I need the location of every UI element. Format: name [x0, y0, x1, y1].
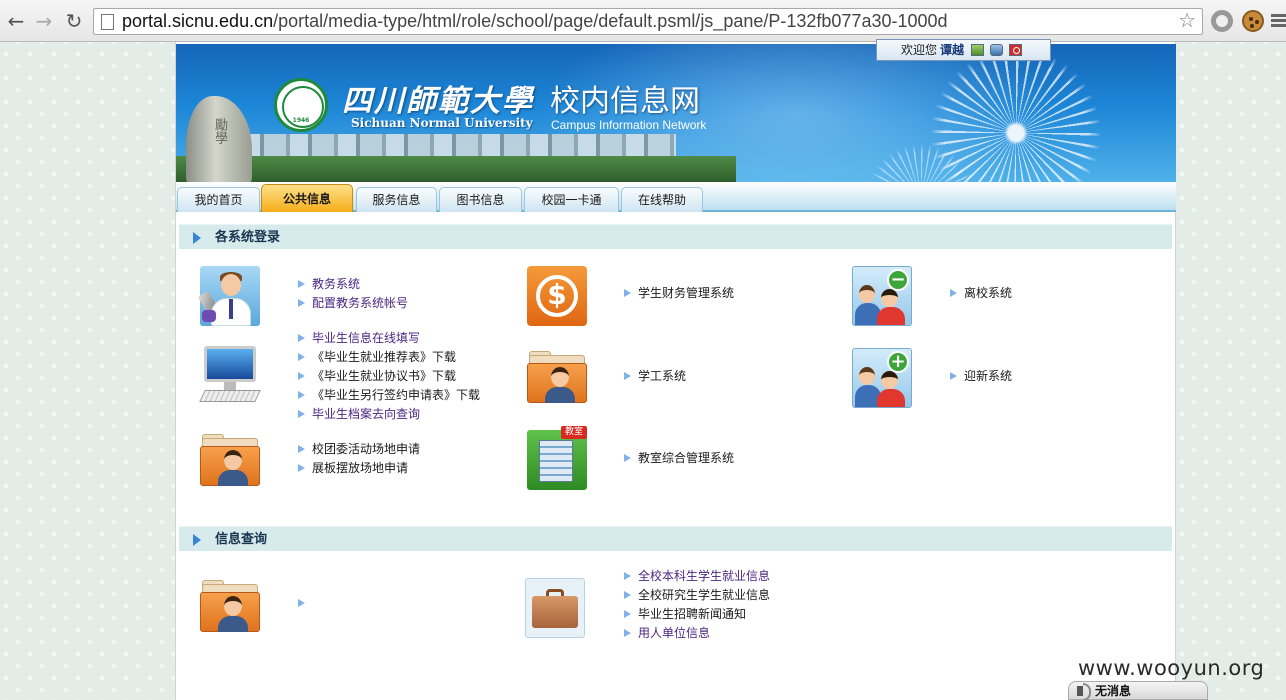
- portal-page: 勵學 1946 四川師範大學 Sichuan Normal University…: [175, 39, 1176, 700]
- section-title: 信息查询: [215, 532, 268, 547]
- settings-icon[interactable]: [990, 44, 1003, 56]
- tab-service-info[interactable]: 服务信息: [356, 187, 437, 212]
- link-employer-info[interactable]: 用人单位信息: [624, 624, 770, 643]
- link-graduate-employment[interactable]: 全校研究生学生就业信息: [624, 586, 770, 605]
- address-bar[interactable]: portal.sicnu.edu.cn/portal/media-type/ht…: [93, 8, 1203, 35]
- welcome-text: 欢迎您: [901, 43, 938, 57]
- page-icon: [101, 14, 114, 30]
- site-title-en: Campus Information Network: [551, 118, 707, 132]
- briefcase-icon[interactable]: [525, 578, 585, 638]
- info-query-empty-links: [298, 594, 312, 613]
- forward-arrow-icon[interactable]: →: [32, 8, 56, 34]
- browser-menu-icon[interactable]: [1271, 14, 1286, 27]
- university-name-en: Sichuan Normal University: [351, 116, 533, 130]
- section-title: 各系统登录: [215, 230, 281, 245]
- section-header-system-login: 各系统登录: [179, 224, 1172, 249]
- leave-school-links: 离校系统: [950, 284, 1012, 303]
- notification-bar[interactable]: 无消息: [1068, 681, 1208, 700]
- reload-icon[interactable]: ↻: [62, 8, 86, 34]
- folder-user-icon[interactable]: [200, 432, 260, 492]
- link-graduate-info-online[interactable]: 毕业生信息在线填写: [298, 329, 480, 348]
- link-archive-query[interactable]: 毕业生档案去向查询: [298, 405, 480, 424]
- student-affairs-links: 学工系统: [624, 367, 686, 386]
- welcome-new-links: 迎新系统: [950, 367, 1012, 386]
- back-arrow-icon[interactable]: ←: [4, 8, 28, 34]
- extension-ring-icon[interactable]: [1211, 10, 1233, 32]
- browser-toolbar: ← → ↻ portal.sicnu.edu.cn/portal/media-t…: [0, 0, 1286, 42]
- link-config-academic-account[interactable]: 配置教务系统帐号: [298, 294, 408, 313]
- tab-my-home[interactable]: 我的首页: [177, 187, 260, 212]
- link-student-affairs-system[interactable]: 学工系统: [624, 367, 686, 386]
- university-seal-logo: 1946: [274, 78, 328, 132]
- university-name-cn: 四川師範大學: [342, 84, 534, 119]
- folder-user-icon[interactable]: [527, 349, 587, 409]
- tab-library-info[interactable]: 图书信息: [439, 187, 522, 212]
- leave-school-icon[interactable]: −: [852, 266, 912, 326]
- venue-links: 校团委活动场地申请 展板摆放场地申请: [298, 440, 420, 478]
- link-welcome-new-system[interactable]: 迎新系统: [950, 367, 1012, 386]
- link-empty[interactable]: [298, 594, 312, 613]
- link-academic-system[interactable]: 教务系统: [298, 275, 408, 294]
- bookmark-star-icon[interactable]: ☆: [1178, 9, 1196, 34]
- link-separate-contract-form[interactable]: 《毕业生另行签约申请表》下载: [298, 386, 480, 405]
- stone-monument-image: 勵學: [186, 96, 252, 182]
- finance-icon[interactable]: $: [527, 266, 587, 326]
- main-tab-bar: 我的首页 公共信息 服务信息 图书信息 校园一卡通 在线帮助: [176, 182, 1176, 212]
- triangle-arrow-icon: [193, 232, 201, 244]
- link-recommendation-form[interactable]: 《毕业生就业推荐表》下载: [298, 348, 480, 367]
- link-classroom-management[interactable]: 教室综合管理系统: [624, 449, 734, 468]
- finance-links: 学生财务管理系统: [624, 284, 734, 303]
- link-student-finance-system[interactable]: 学生财务管理系统: [624, 284, 734, 303]
- folder-user-icon[interactable]: [200, 578, 260, 638]
- site-title-cn: 校内信息网: [550, 84, 700, 119]
- welcome-new-icon[interactable]: +: [852, 348, 912, 408]
- home-icon[interactable]: [971, 44, 984, 56]
- link-undergrad-employment[interactable]: 全校本科生学生就业信息: [624, 567, 770, 586]
- tab-online-help[interactable]: 在线帮助: [621, 187, 703, 212]
- welcome-box: 欢迎您 谭越: [876, 39, 1051, 61]
- campus-buildings-image: [176, 134, 736, 182]
- link-leave-school-system[interactable]: 离校系统: [950, 284, 1012, 303]
- watermark-text: www.wooyun.org: [1078, 656, 1265, 680]
- graduate-links: 毕业生信息在线填写 《毕业生就业推荐表》下载 《毕业生就业协议书》下载 《毕业生…: [298, 329, 480, 424]
- employment-info-links: 全校本科生学生就业信息 全校研究生学生就业信息 毕业生招聘新闻通知 用人单位信息: [624, 567, 770, 643]
- tab-public-info[interactable]: 公共信息: [261, 184, 353, 212]
- link-recruitment-news[interactable]: 毕业生招聘新闻通知: [624, 605, 770, 624]
- classroom-links: 教室综合管理系统: [624, 449, 734, 468]
- computer-icon[interactable]: [199, 346, 261, 406]
- classroom-badge: 教室: [561, 426, 587, 439]
- site-banner: 勵學 1946 四川師範大學 Sichuan Normal University…: [176, 44, 1176, 182]
- url-host: portal.sicnu.edu.cn: [122, 11, 274, 31]
- link-employment-agreement[interactable]: 《毕业生就业协议书》下载: [298, 367, 480, 386]
- notification-text: 无消息: [1095, 684, 1132, 698]
- triangle-arrow-icon: [193, 534, 201, 546]
- link-board-venue-apply[interactable]: 展板摆放场地申请: [298, 459, 420, 478]
- cookie-extension-icon[interactable]: [1242, 10, 1264, 32]
- section-header-info-query: 信息查询: [179, 526, 1172, 551]
- link-league-venue-apply[interactable]: 校团委活动场地申请: [298, 440, 420, 459]
- teacher-icon[interactable]: [197, 266, 260, 326]
- url-path: /portal/media-type/html/role/school/page…: [273, 11, 948, 31]
- logout-icon[interactable]: [1009, 44, 1022, 56]
- username: 谭越: [940, 43, 965, 57]
- tab-campus-card[interactable]: 校园一卡通: [524, 187, 619, 212]
- speaker-icon: [1077, 683, 1091, 700]
- academic-links: 教务系统 配置教务系统帐号: [298, 275, 408, 313]
- classroom-building-icon[interactable]: 教室: [527, 426, 587, 490]
